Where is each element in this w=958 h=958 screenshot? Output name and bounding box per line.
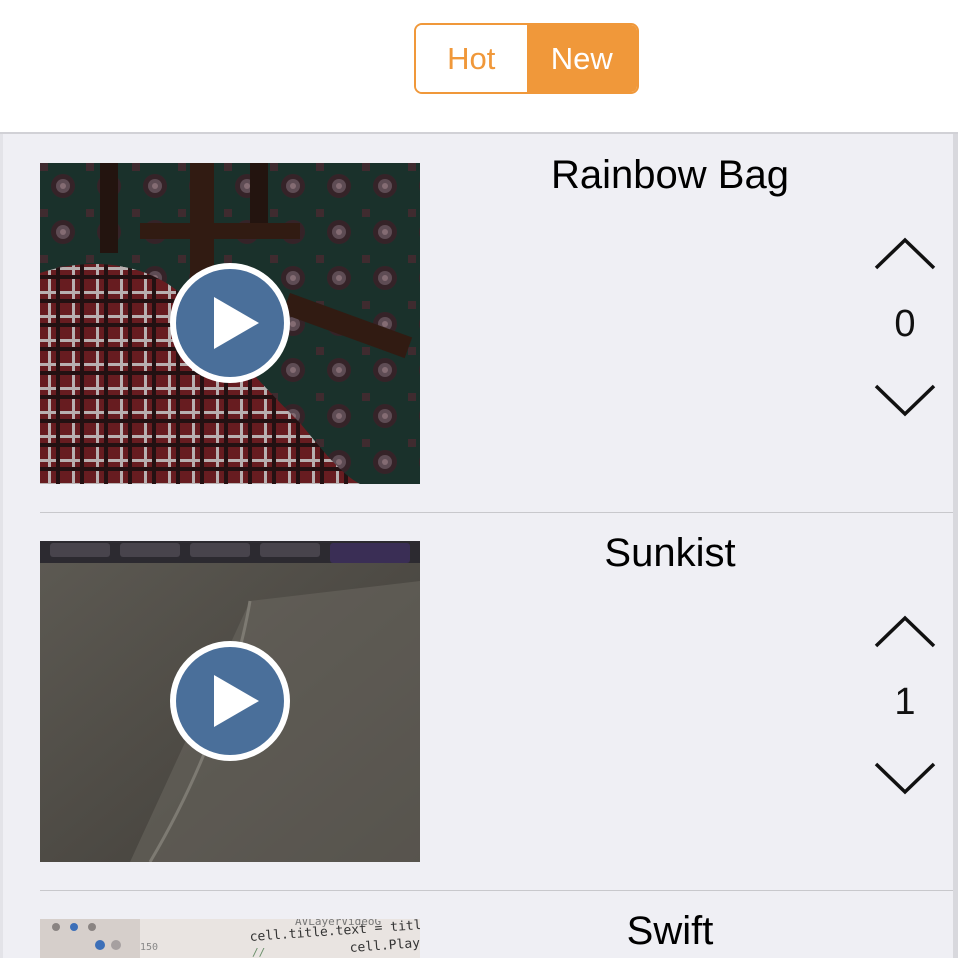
post-title: Sunkist bbox=[604, 531, 736, 575]
vote-count: 1 bbox=[894, 681, 916, 723]
post-row: Sunkist 1 bbox=[40, 513, 953, 891]
upvote-chevron-icon[interactable] bbox=[872, 234, 938, 274]
upvote-chevron-icon[interactable] bbox=[872, 612, 938, 652]
post-row: Rainbow Bag 0 bbox=[40, 134, 953, 512]
play-icon[interactable] bbox=[168, 261, 292, 385]
code-line-number: 150 bbox=[140, 942, 158, 953]
header: Hot New bbox=[0, 0, 958, 134]
video-thumbnail[interactable] bbox=[40, 163, 420, 484]
sort-segmented-control: Hot New bbox=[414, 23, 639, 94]
code-comment: // bbox=[252, 946, 265, 958]
new-tab[interactable]: New bbox=[526, 25, 637, 92]
hot-tab[interactable]: Hot bbox=[416, 25, 527, 92]
downvote-chevron-icon[interactable] bbox=[872, 380, 938, 420]
post-title: Swift bbox=[626, 909, 714, 953]
downvote-chevron-icon[interactable] bbox=[872, 758, 938, 798]
code-editor-image: 150 AVLayerVideoG cell.title.text = titl… bbox=[40, 919, 420, 958]
post-row: 150 AVLayerVideoG cell.title.text = titl… bbox=[40, 891, 953, 958]
play-icon[interactable] bbox=[168, 639, 292, 763]
screen-edge-left bbox=[0, 0, 3, 958]
video-thumbnail[interactable]: 150 AVLayerVideoG cell.title.text = titl… bbox=[40, 919, 420, 958]
video-thumbnail[interactable] bbox=[40, 541, 420, 862]
scroll-indicator bbox=[953, 0, 958, 958]
post-title: Rainbow Bag bbox=[551, 153, 789, 197]
vote-count: 0 bbox=[894, 303, 916, 345]
